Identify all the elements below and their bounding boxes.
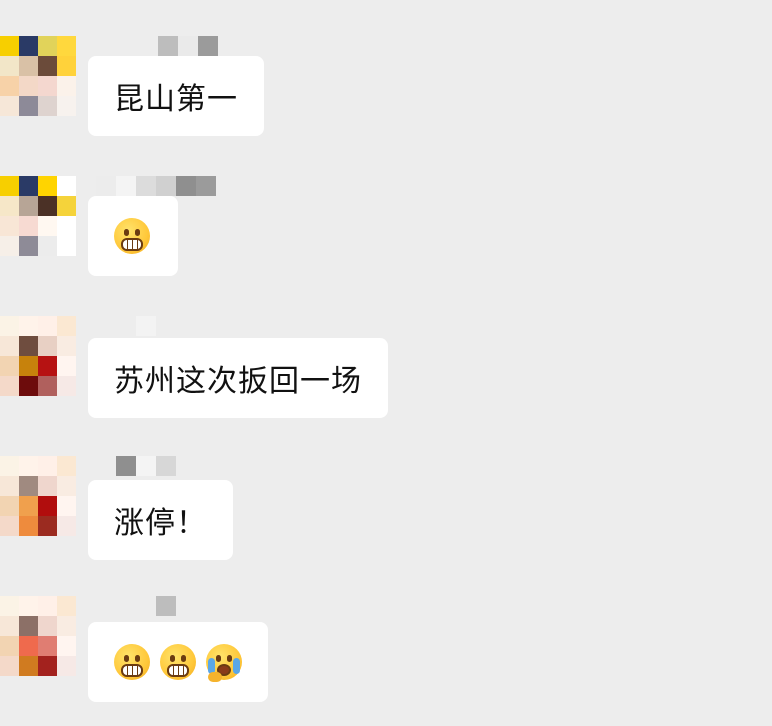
message-bubble[interactable]: 昆山第一 <box>88 56 264 136</box>
message-bubble[interactable]: 涨停！ <box>88 480 233 560</box>
sender-name-pixelated <box>158 36 218 56</box>
avatar-pixelated[interactable] <box>0 456 76 536</box>
grinning-face-emoji-icon <box>160 644 196 680</box>
message-bubble[interactable] <box>88 196 178 276</box>
message-text: 涨停！ <box>114 506 207 541</box>
message-text: 昆山第一 <box>114 82 238 117</box>
avatar-pixelated[interactable] <box>0 316 76 396</box>
sender-name-pixelated <box>136 316 156 336</box>
sender-name-pixelated <box>96 176 216 196</box>
sender-name-pixelated <box>156 596 176 616</box>
avatar-pixelated[interactable] <box>0 176 76 256</box>
message-bubble[interactable]: 苏州这次扳回一场 <box>88 338 388 418</box>
message-text: 苏州这次扳回一场 <box>114 364 362 399</box>
message-bubble[interactable] <box>88 622 268 702</box>
laughing-crying-face-emoji-icon <box>206 644 242 682</box>
sender-name-pixelated <box>116 456 176 476</box>
avatar-pixelated[interactable] <box>0 36 76 116</box>
grinning-face-emoji-icon <box>114 218 150 254</box>
avatar-pixelated[interactable] <box>0 596 76 676</box>
grinning-face-emoji-icon <box>114 644 150 680</box>
